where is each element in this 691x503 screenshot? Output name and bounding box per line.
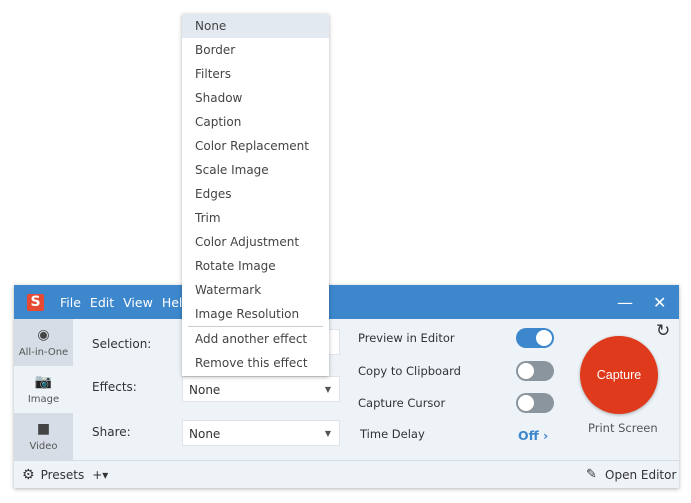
preview-label: Preview in Editor <box>358 331 455 345</box>
menu-bar: File Edit View Help <box>60 295 199 310</box>
tab-label: Video <box>29 441 58 452</box>
menu-item[interactable]: Edges <box>182 182 329 206</box>
cursor-label: Capture Cursor <box>358 396 446 410</box>
share-label: Share: <box>92 425 131 439</box>
share-value: None <box>189 427 221 441</box>
menu-edit[interactable]: Edit <box>90 295 114 310</box>
video-camera-icon: ■ <box>36 421 51 437</box>
menu-item[interactable]: Trim <box>182 206 329 230</box>
tab-label: All-in-One <box>18 347 69 358</box>
menu-item[interactable]: Image Resolution <box>182 302 329 326</box>
chevron-right-icon: › <box>543 428 549 443</box>
camera-icon: 📷 <box>34 374 53 390</box>
effects-select[interactable]: None ▼ <box>182 376 340 402</box>
capture-window: S File Edit View Help — ✕ ◉ All-in-One 📷 Imag… <box>14 285 679 488</box>
capture-hotkey: Print Screen <box>588 421 658 435</box>
effects-label: Effects: <box>92 380 137 394</box>
menu-item[interactable]: Caption <box>182 110 329 134</box>
remove-effect-item[interactable]: Remove this effect <box>182 351 329 375</box>
effects-value: None <box>189 383 221 397</box>
title-bar: S File Edit View Help — ✕ <box>14 285 679 319</box>
preview-toggle[interactable] <box>516 328 554 348</box>
menu-item[interactable]: Filters <box>182 62 329 86</box>
time-delay-value[interactable]: Off › <box>518 428 548 443</box>
selection-label: Selection: <box>92 337 152 351</box>
capture-button[interactable]: Capture <box>580 336 658 414</box>
close-button[interactable]: ✕ <box>653 293 666 312</box>
edit-icon: ✎ <box>586 467 597 482</box>
menu-item[interactable]: Scale Image <box>182 158 329 182</box>
tab-label: Image <box>27 394 60 405</box>
delay-value: Off <box>518 428 539 443</box>
chevron-down-icon: ▼ <box>324 429 331 438</box>
menu-item[interactable]: Watermark <box>182 278 329 302</box>
time-delay-label: Time Delay <box>360 427 425 441</box>
minimize-button[interactable]: — <box>617 293 633 312</box>
menu-item[interactable]: Border <box>182 38 329 62</box>
chevron-down-icon: ▼ <box>324 385 331 394</box>
clipboard-label: Copy to Clipboard <box>358 364 461 378</box>
presets-button[interactable]: Presets <box>41 468 85 482</box>
tab-image[interactable]: 📷 Image <box>14 366 73 413</box>
add-effect-item[interactable]: Add another effect <box>182 327 329 351</box>
menu-item[interactable]: Shadow <box>182 86 329 110</box>
menu-item[interactable]: None <box>182 14 329 38</box>
snagit-logo: S <box>27 293 44 311</box>
reset-icon[interactable]: ↻ <box>656 321 670 341</box>
menu-item[interactable]: Color Replacement <box>182 134 329 158</box>
all-in-one-icon: ◉ <box>37 327 50 343</box>
menu-item[interactable]: Rotate Image <box>182 254 329 278</box>
cursor-toggle[interactable] <box>516 393 554 413</box>
tab-all-in-one[interactable]: ◉ All-in-One <box>14 319 73 366</box>
menu-view[interactable]: View <box>123 295 153 310</box>
open-editor-button[interactable]: Open Editor <box>605 468 676 482</box>
effects-dropdown-menu: None Border Filters Shadow Caption Color… <box>182 14 329 376</box>
clipboard-toggle[interactable] <box>516 361 554 381</box>
menu-file[interactable]: File <box>60 295 81 310</box>
add-preset-button[interactable]: +▾ <box>92 468 108 482</box>
gear-icon[interactable]: ⚙ <box>22 467 35 483</box>
share-select[interactable]: None ▼ <box>182 420 340 446</box>
menu-item[interactable]: Color Adjustment <box>182 230 329 254</box>
footer-bar: ⚙ Presets +▾ ✎ Open Editor <box>14 460 679 488</box>
capture-mode-sidebar: ◉ All-in-One 📷 Image ■ Video <box>14 319 73 460</box>
tab-video[interactable]: ■ Video <box>14 413 73 460</box>
